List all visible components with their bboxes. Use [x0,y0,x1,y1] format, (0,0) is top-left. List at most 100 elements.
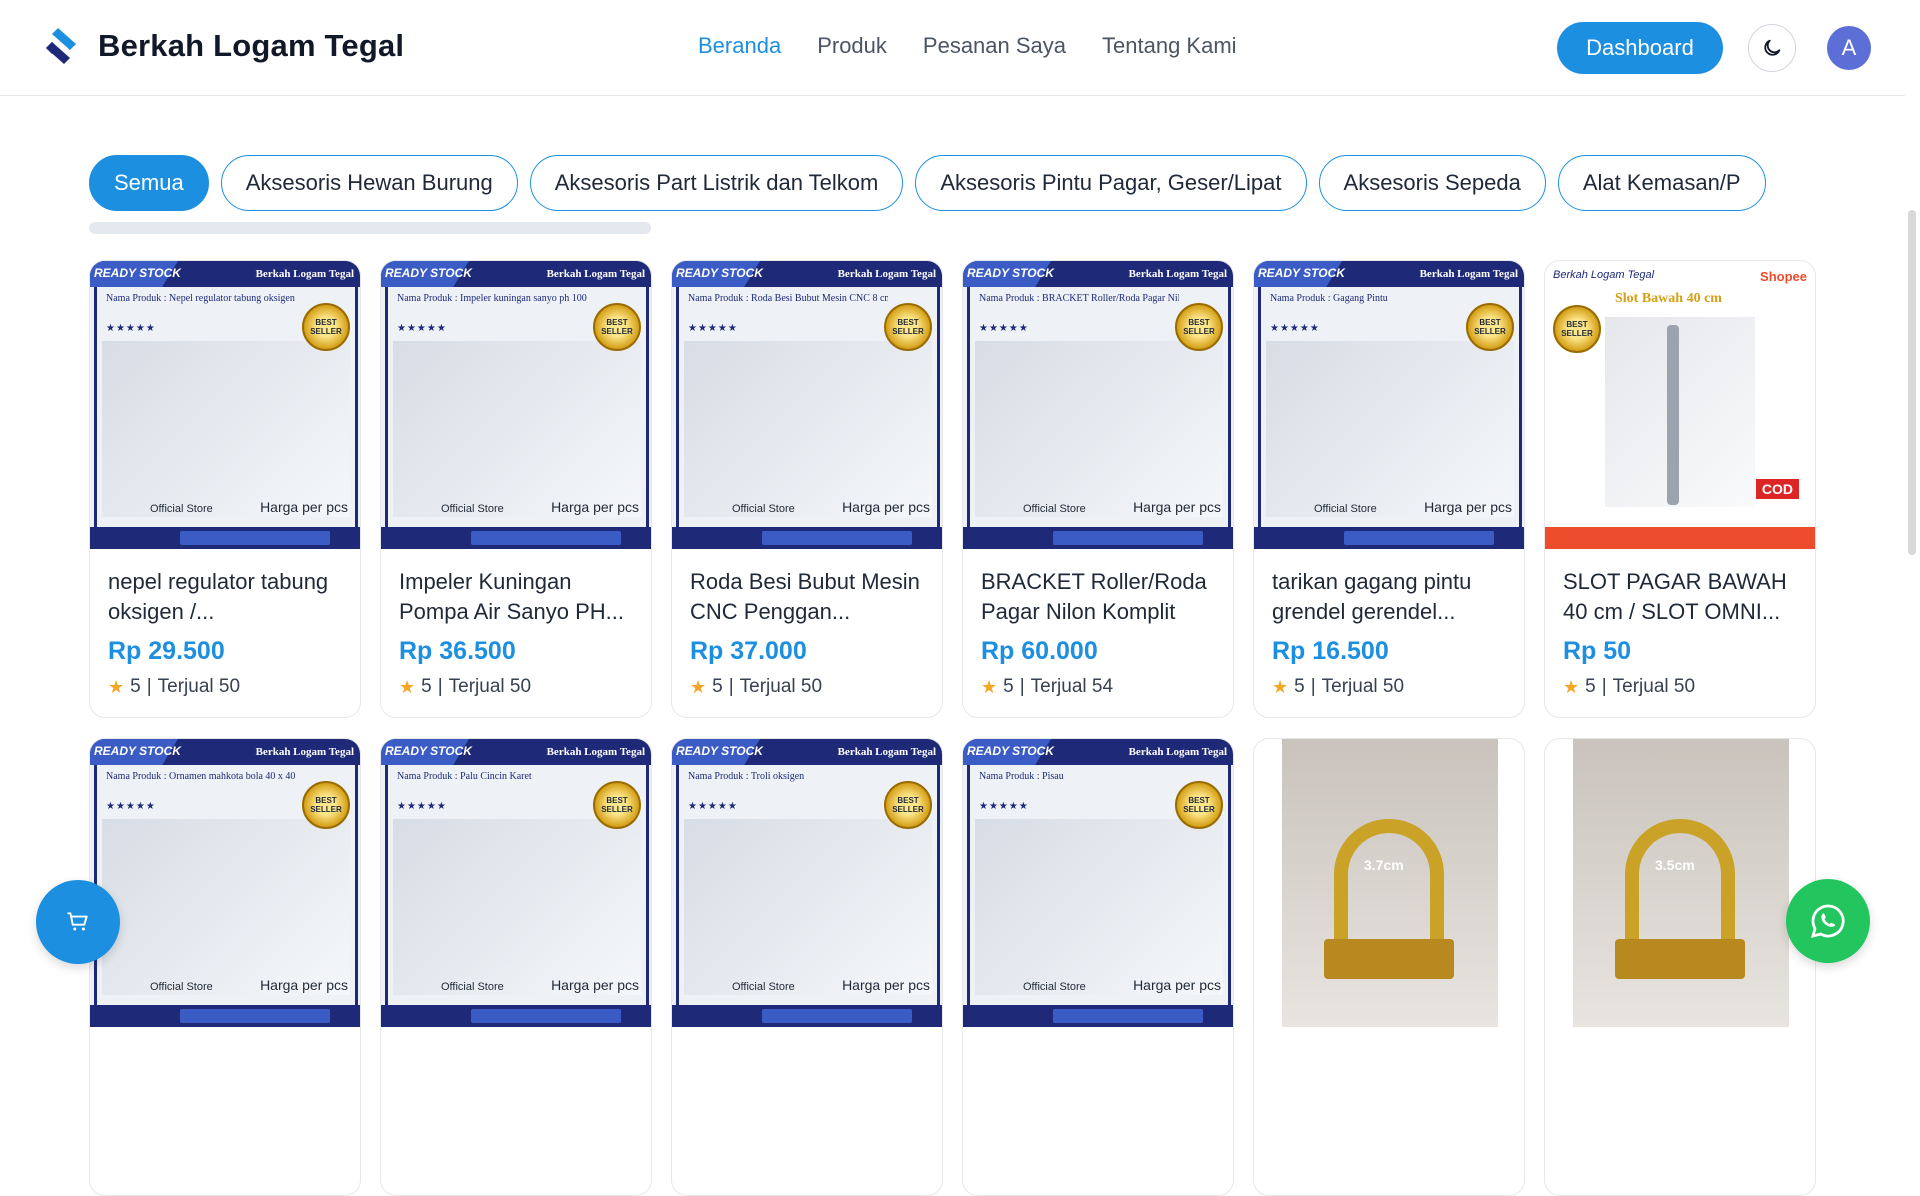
whatsapp-button[interactable] [1786,879,1870,963]
product-card[interactable]: READY STOCK Berkah Logam Tegal Nama Produk… [1253,260,1525,718]
star-icon: ★ [108,676,125,697]
best-seller-badge: BEST SELLER [1553,305,1601,353]
product-image[interactable]: Berkah Logam Tegal Shopee Slot Bawah 40 cm… [1545,261,1815,549]
clamp-base [1615,939,1745,979]
star-icon: ★ [981,676,998,697]
product-image[interactable]: 3.7cm [1254,739,1524,1027]
image-stars: ★★★★★ [397,801,447,812]
product-image[interactable]: READY STOCK Berkah Logam Tegal Nama Produk… [90,739,360,1027]
image-stars: ★★★★★ [688,323,738,334]
brand-logo[interactable]: Berkah Logam Tegal [42,26,404,66]
image-footer-bar [90,1005,360,1027]
harga-per-pcs-label: Harga per pcs [551,499,639,515]
product-name[interactable]: SLOT PAGAR BAWAH 40 cm / SLOT OMNI... [1563,567,1797,627]
product-meta: ★ 5 | Terjual 50 [108,676,342,698]
image-stars: ★★★★★ [106,801,156,812]
product-name[interactable]: tarikan gagang pintu grendel gerendel... [1272,567,1506,627]
harga-per-pcs-label: Harga per pcs [1133,977,1221,993]
store-label: Berkah Logam Tegal [837,746,936,758]
product-name[interactable]: Impeler Kuningan Pompa Air Sanyo PH... [399,567,633,627]
ready-stock-label: READY STOCK [967,266,1054,280]
category-semua[interactable]: Semua [89,155,209,211]
product-card[interactable]: READY STOCK Berkah Logam Tegal Nama Produk… [89,738,361,1196]
product-sold: Terjual 50 [1321,676,1405,697]
image-banner: READY STOCK Berkah Logam Tegal [672,261,942,287]
product-image[interactable]: READY STOCK Berkah Logam Tegal Nama Produk… [381,261,651,549]
product-image[interactable]: READY STOCK Berkah Logam Tegal Nama Produk… [963,739,1233,1027]
size-label: 3.5cm [1655,857,1695,873]
product-card[interactable]: READY STOCK Berkah Logam Tegal Nama Produk… [671,260,943,718]
image-stars: ★★★★★ [979,323,1029,334]
product-info: Roda Besi Bubut Mesin CNC Penggan... Rp 3… [672,549,942,698]
star-icon: ★ [1563,676,1580,697]
u-bolt-shape [1334,819,1444,939]
theme-toggle-button[interactable] [1748,24,1796,72]
category-aksesoris-sepeda[interactable]: Aksesoris Sepeda [1318,155,1546,211]
harga-per-pcs-label: Harga per pcs [551,977,639,993]
cart-button[interactable] [36,880,120,964]
product-photo [684,819,932,995]
product-sold: Terjual 50 [739,676,823,697]
nav-beranda[interactable]: Beranda [698,33,781,59]
image-product-label: Nama Produk : Palu Cincin Karet [397,771,532,782]
best-seller-badge: BEST SELLER [593,781,641,829]
nav-produk[interactable]: Produk [817,33,887,59]
product-image[interactable]: 3.5cm [1545,739,1815,1027]
category-aksesoris-part-listrik[interactable]: Aksesoris Part Listrik dan Telkom [529,155,904,211]
category-aksesoris-pintu-pagar[interactable]: Aksesoris Pintu Pagar, Geser/Lipat [915,155,1307,211]
official-store-label: Official Store [1314,503,1377,515]
product-name[interactable]: Roda Besi Bubut Mesin CNC Penggan... [690,567,924,627]
image-banner: READY STOCK Berkah Logam Tegal [1254,261,1524,287]
category-scrollbar[interactable] [89,222,651,234]
product-info: tarikan gagang pintu grendel gerendel...… [1254,549,1524,698]
product-sold: Terjual 54 [1030,676,1114,697]
product-image[interactable]: READY STOCK Berkah Logam Tegal Nama Produk… [672,739,942,1027]
product-card[interactable]: READY STOCK Berkah Logam Tegal Nama Produk… [89,260,361,718]
product-meta: ★ 5 | Terjual 50 [1272,676,1506,698]
product-card[interactable]: 3.7cm [1253,738,1525,1196]
product-image[interactable]: READY STOCK Berkah Logam Tegal Nama Produk… [1254,261,1524,549]
best-seller-badge: BEST SELLER [1175,781,1223,829]
harga-per-pcs-label: Harga per pcs [1133,499,1221,515]
image-product-label: Nama Produk : Ornamen mahkota bola 40 x … [106,771,296,782]
product-image[interactable]: READY STOCK Berkah Logam Tegal Nama Produk… [381,739,651,1027]
product-name[interactable]: nepel regulator tabung oksigen /... [108,567,342,627]
product-card[interactable]: READY STOCK Berkah Logam Tegal Nama Produk… [380,260,652,718]
product-name[interactable]: BRACKET Roller/Roda Pagar Nilon Komplit [981,567,1215,627]
product-card[interactable]: READY STOCK Berkah Logam Tegal Nama Produk… [962,738,1234,1196]
nav-pesanan-saya[interactable]: Pesanan Saya [923,33,1066,59]
product-card[interactable]: 3.5cm [1544,738,1816,1196]
product-card[interactable]: READY STOCK Berkah Logam Tegal Nama Produk… [671,738,943,1196]
product-photo [684,341,932,517]
ready-stock-label: READY STOCK [94,266,181,280]
product-info: nepel regulator tabung oksigen /... Rp 29… [90,549,360,698]
star-icon: ★ [690,676,707,697]
meta-separator: | [728,676,734,697]
product-image[interactable]: READY STOCK Berkah Logam Tegal Nama Produk… [672,261,942,549]
category-alat-kemasan[interactable]: Alat Kemasan/P [1557,155,1766,211]
product-card[interactable]: READY STOCK Berkah Logam Tegal Nama Produk… [962,260,1234,718]
product-card[interactable]: READY STOCK Berkah Logam Tegal Nama Produk… [380,738,652,1196]
nav-tentang-kami[interactable]: Tentang Kami [1102,33,1237,59]
image-stars: ★★★★★ [688,801,738,812]
product-price: Rp 16.500 [1272,637,1389,665]
product-image[interactable]: READY STOCK Berkah Logam Tegal Nama Produk… [963,261,1233,549]
product-sold: Terjual 50 [157,676,241,697]
image-stars: ★★★★★ [1270,323,1320,334]
dashboard-button[interactable]: Dashboard [1557,22,1723,74]
shopee-label: Shopee [1760,269,1807,284]
image-stars: ★★★★★ [106,323,156,334]
meta-separator: | [1019,676,1025,697]
product-rating: 5 [130,676,141,697]
store-label: Berkah Logam Tegal [546,746,645,758]
official-store-label: Official Store [1023,981,1086,993]
image-footer-bar [963,527,1233,549]
image-stars: ★★★★★ [979,801,1029,812]
product-image[interactable]: READY STOCK Berkah Logam Tegal Nama Produk… [90,261,360,549]
category-aksesoris-hewan-burung[interactable]: Aksesoris Hewan Burung [220,155,518,211]
user-avatar[interactable]: A [1827,26,1871,70]
page-scrollbar-thumb[interactable] [1908,210,1916,555]
brand-name: Berkah Logam Tegal [98,28,405,63]
product-card[interactable]: Berkah Logam Tegal Shopee Slot Bawah 40 cm… [1544,260,1816,718]
image-footer-bar [672,1005,942,1027]
